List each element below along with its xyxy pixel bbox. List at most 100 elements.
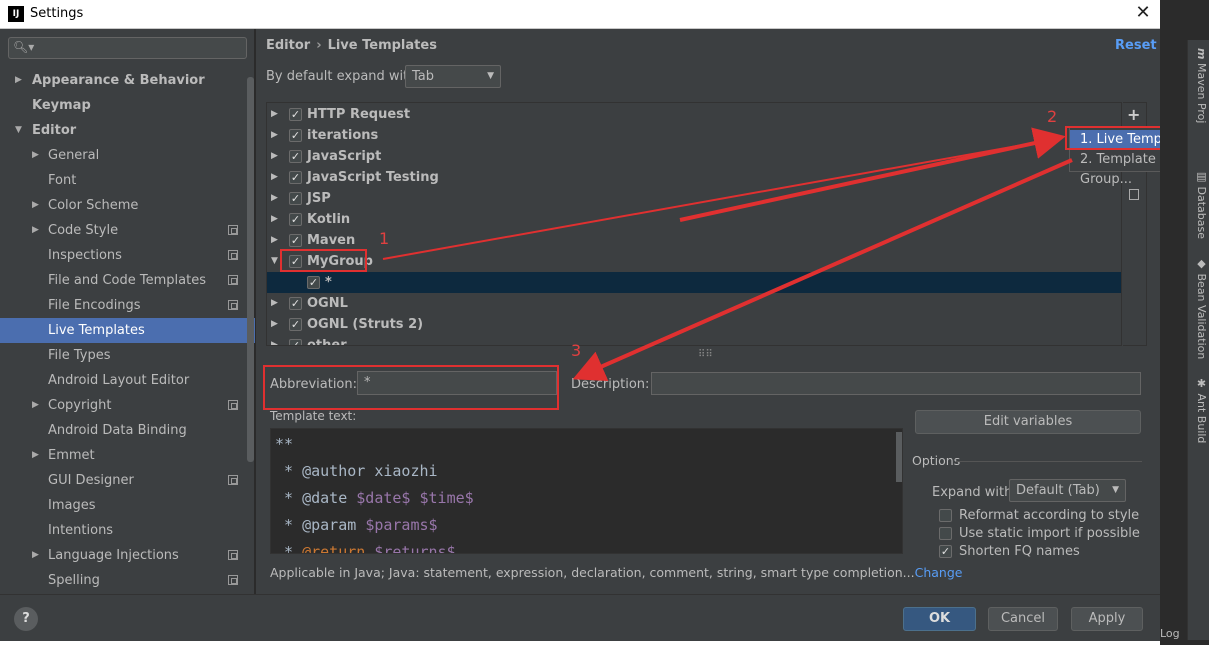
close-icon[interactable]: ✕ (1133, 3, 1153, 23)
expand-with-option-dropdown[interactable]: Default (Tab) ▼ (1009, 479, 1126, 502)
sidebar-item-file-encodings[interactable]: File Encodings (0, 293, 247, 318)
chevron-right-icon: ▶ (271, 340, 278, 346)
sidebar-item-spelling[interactable]: Spelling (0, 568, 247, 593)
chevron-right-icon: ▶ (271, 151, 278, 161)
template-checkbox[interactable]: ✓ (307, 276, 320, 289)
sidebar-item-language-injections[interactable]: ▶ Language Injections (0, 543, 247, 568)
sidebar-item-editor[interactable]: ▼ Editor (0, 118, 247, 143)
shorten-fq-checkbox[interactable]: ✓ (939, 545, 952, 558)
group-checkbox[interactable]: ✓ (289, 318, 302, 331)
annotation-number: 3 (571, 341, 582, 360)
change-link[interactable]: Change (915, 565, 963, 580)
sidebar-item-inspections[interactable]: Inspections (0, 243, 247, 268)
annotation-box-mygroup (280, 249, 367, 272)
maven-projects-tab[interactable]: m Maven Proj (1188, 48, 1208, 123)
template-row-selected[interactable]: ✓ * (267, 272, 1121, 293)
editor-scrollbar[interactable] (896, 432, 902, 482)
sidebar-item-keymap[interactable]: Keymap (0, 93, 247, 118)
intellij-icon: IJ (8, 6, 24, 22)
code-line: * @author xiaozhi (275, 462, 438, 480)
ant-icon: ✱ (1195, 377, 1208, 390)
group-checkbox[interactable]: ✓ (289, 108, 302, 121)
dialog-footer: ? OK Cancel Apply (0, 594, 1160, 641)
sidebar-item-copyright[interactable]: ▶ Copyright (0, 393, 247, 418)
chevron-right-icon: ▶ (271, 214, 278, 224)
sidebar-item-live-templates[interactable]: Live Templates (0, 318, 255, 343)
edit-variables-button[interactable]: Edit variables (915, 410, 1141, 434)
help-button[interactable]: ? (14, 607, 38, 631)
code-line: * @return $returns$ (275, 543, 456, 554)
group-checkbox[interactable]: ✓ (289, 339, 302, 345)
reformat-checkbox[interactable] (939, 509, 952, 522)
group-checkbox[interactable]: ✓ (289, 234, 302, 247)
template-group-row[interactable]: ▶ ✓ Kotlin (267, 209, 1121, 230)
chevron-right-icon: ▶ (32, 450, 39, 460)
sidebar-item-appearance-behavior[interactable]: ▶ Appearance & Behavior (0, 68, 247, 93)
cancel-button[interactable]: Cancel (988, 607, 1058, 631)
window-bottom-edge (0, 641, 1160, 645)
template-group-row[interactable]: ▶ ✓ HTTP Request (267, 104, 1121, 125)
sidebar-item-emmet[interactable]: ▶ Emmet (0, 443, 247, 468)
code-line: * @param $params$ (275, 516, 438, 534)
description-input[interactable] (651, 372, 1141, 395)
ok-button[interactable]: OK (903, 607, 976, 631)
template-group-row[interactable]: ▶ ✓ OGNL (Struts 2) (267, 314, 1121, 335)
template-group-row[interactable]: ▶ ✓ OGNL (267, 293, 1121, 314)
splitter-handle[interactable]: ⠿⠿ (698, 349, 713, 360)
sidebar-item-color-scheme[interactable]: ▶ Color Scheme (0, 193, 247, 218)
project-config-icon (228, 275, 238, 285)
template-group-row[interactable]: ▶ ✓ other (267, 335, 1121, 346)
template-group-row[interactable]: ▶ ✓ JavaScript (267, 146, 1121, 167)
chevron-right-icon: ▶ (271, 172, 278, 182)
database-icon: ▤ (1195, 170, 1208, 183)
group-checkbox[interactable]: ✓ (289, 192, 302, 205)
template-group-row[interactable]: ▶ ✓ Maven (267, 230, 1121, 251)
group-checkbox[interactable]: ✓ (289, 171, 302, 184)
chevron-right-icon: ▶ (32, 550, 39, 560)
window-title: Settings (30, 6, 84, 21)
code-line: * @date $date$ $time$ (275, 489, 474, 507)
database-tab[interactable]: ▤ Database (1188, 170, 1208, 239)
group-checkbox[interactable]: ✓ (289, 213, 302, 226)
sidebar-item-intentions[interactable]: Intentions (0, 518, 247, 543)
sidebar-item-file-types[interactable]: File Types (0, 343, 247, 368)
sidebar-item-general[interactable]: ▶ General (0, 143, 247, 168)
sidebar-item-gui-designer[interactable]: GUI Designer (0, 468, 247, 493)
sidebar-scrollbar[interactable] (247, 77, 254, 462)
sidebar-item-images[interactable]: Images (0, 493, 247, 518)
breadcrumb: Editor › Live Templates (266, 38, 437, 53)
sidebar-item-android-layout-editor[interactable]: Android Layout Editor (0, 368, 247, 393)
template-group-tree: ▶ ✓ HTTP Request ▶ ✓ iterations ▶ ✓ Java… (266, 102, 1122, 346)
template-group-row[interactable]: ▶ ✓ JSP (267, 188, 1121, 209)
template-group-row[interactable]: ▶ ✓ JavaScript Testing (267, 167, 1121, 188)
bean-icon: ◆ (1195, 257, 1208, 270)
ant-build-tab[interactable]: ✱ Ant Build (1188, 377, 1208, 443)
options-label: Options (912, 453, 961, 468)
template-text-editor[interactable]: ** * @author xiaozhi * @date $date$ $tim… (270, 428, 903, 554)
group-checkbox[interactable]: ✓ (289, 297, 302, 310)
sidebar-item-file-code-templates[interactable]: File and Code Templates (0, 268, 247, 293)
group-checkbox[interactable]: ✓ (289, 129, 302, 142)
add-icon[interactable]: + (1127, 105, 1140, 124)
copy-icon[interactable] (1129, 189, 1139, 200)
static-import-checkbox[interactable] (939, 527, 952, 540)
sidebar-item-code-style[interactable]: ▶ Code Style (0, 218, 247, 243)
group-checkbox[interactable]: ✓ (289, 150, 302, 163)
event-log-tab[interactable]: Log (1160, 627, 1180, 640)
chevron-down-icon: ▼ (487, 71, 494, 81)
bean-validation-tab[interactable]: ◆ Bean Validation (1188, 257, 1208, 359)
expand-with-dropdown[interactable]: Tab ▼ (405, 65, 501, 88)
search-input[interactable]: 🔍︎▾ (8, 37, 247, 59)
apply-button[interactable]: Apply (1071, 607, 1143, 631)
template-group-row-mygroup[interactable]: ▼ ✓ MyGroup (267, 251, 1121, 272)
title-bar: IJ Settings ✕ (0, 0, 1160, 29)
chevron-right-icon: ▶ (32, 200, 39, 210)
sidebar-item-android-data-binding[interactable]: Android Data Binding (0, 418, 247, 443)
code-line: ** (275, 435, 294, 453)
template-group-row[interactable]: ▶ ✓ iterations (267, 125, 1121, 146)
annotation-number: 1 (379, 229, 390, 248)
expand-with-label: By default expand with (266, 69, 417, 84)
chevron-right-icon: ▶ (32, 225, 39, 235)
reset-link[interactable]: Reset (1115, 38, 1157, 53)
sidebar-item-font[interactable]: Font (0, 168, 247, 193)
